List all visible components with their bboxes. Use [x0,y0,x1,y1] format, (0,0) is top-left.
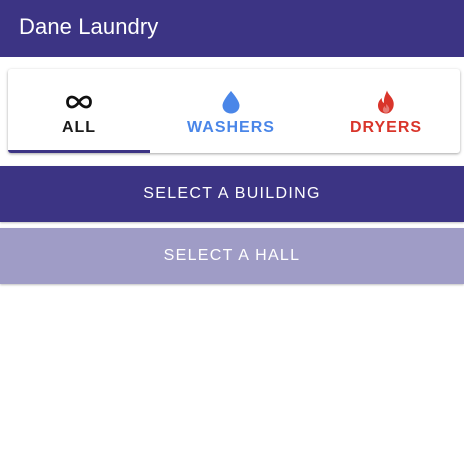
tab-all[interactable]: ALL [8,69,150,153]
fire-icon [377,85,395,119]
selected-tab-indicator [8,150,150,153]
infinity-icon [66,85,92,119]
water-drop-icon [221,85,241,119]
select-building-label: SELECT A BUILDING [143,185,321,202]
machine-type-tabs: ALL WASHERS DRYERS [8,69,460,153]
tab-all-label: ALL [61,119,97,136]
select-hall-label: SELECT A HALL [163,247,301,264]
tab-washers-label: WASHERS [187,119,275,136]
tab-dryers[interactable]: DRYERS [312,69,460,153]
app-root: Dane Laundry ALL WASHERS DRYERS SELECT A… [0,0,464,464]
tab-washers[interactable]: WASHERS [150,69,312,153]
select-building-button[interactable]: SELECT A BUILDING [0,166,464,222]
app-title: Dane Laundry [19,13,159,39]
tab-dryers-label: DRYERS [349,119,423,136]
select-hall-button[interactable]: SELECT A HALL [0,228,464,284]
app-bar: Dane Laundry [0,0,464,57]
